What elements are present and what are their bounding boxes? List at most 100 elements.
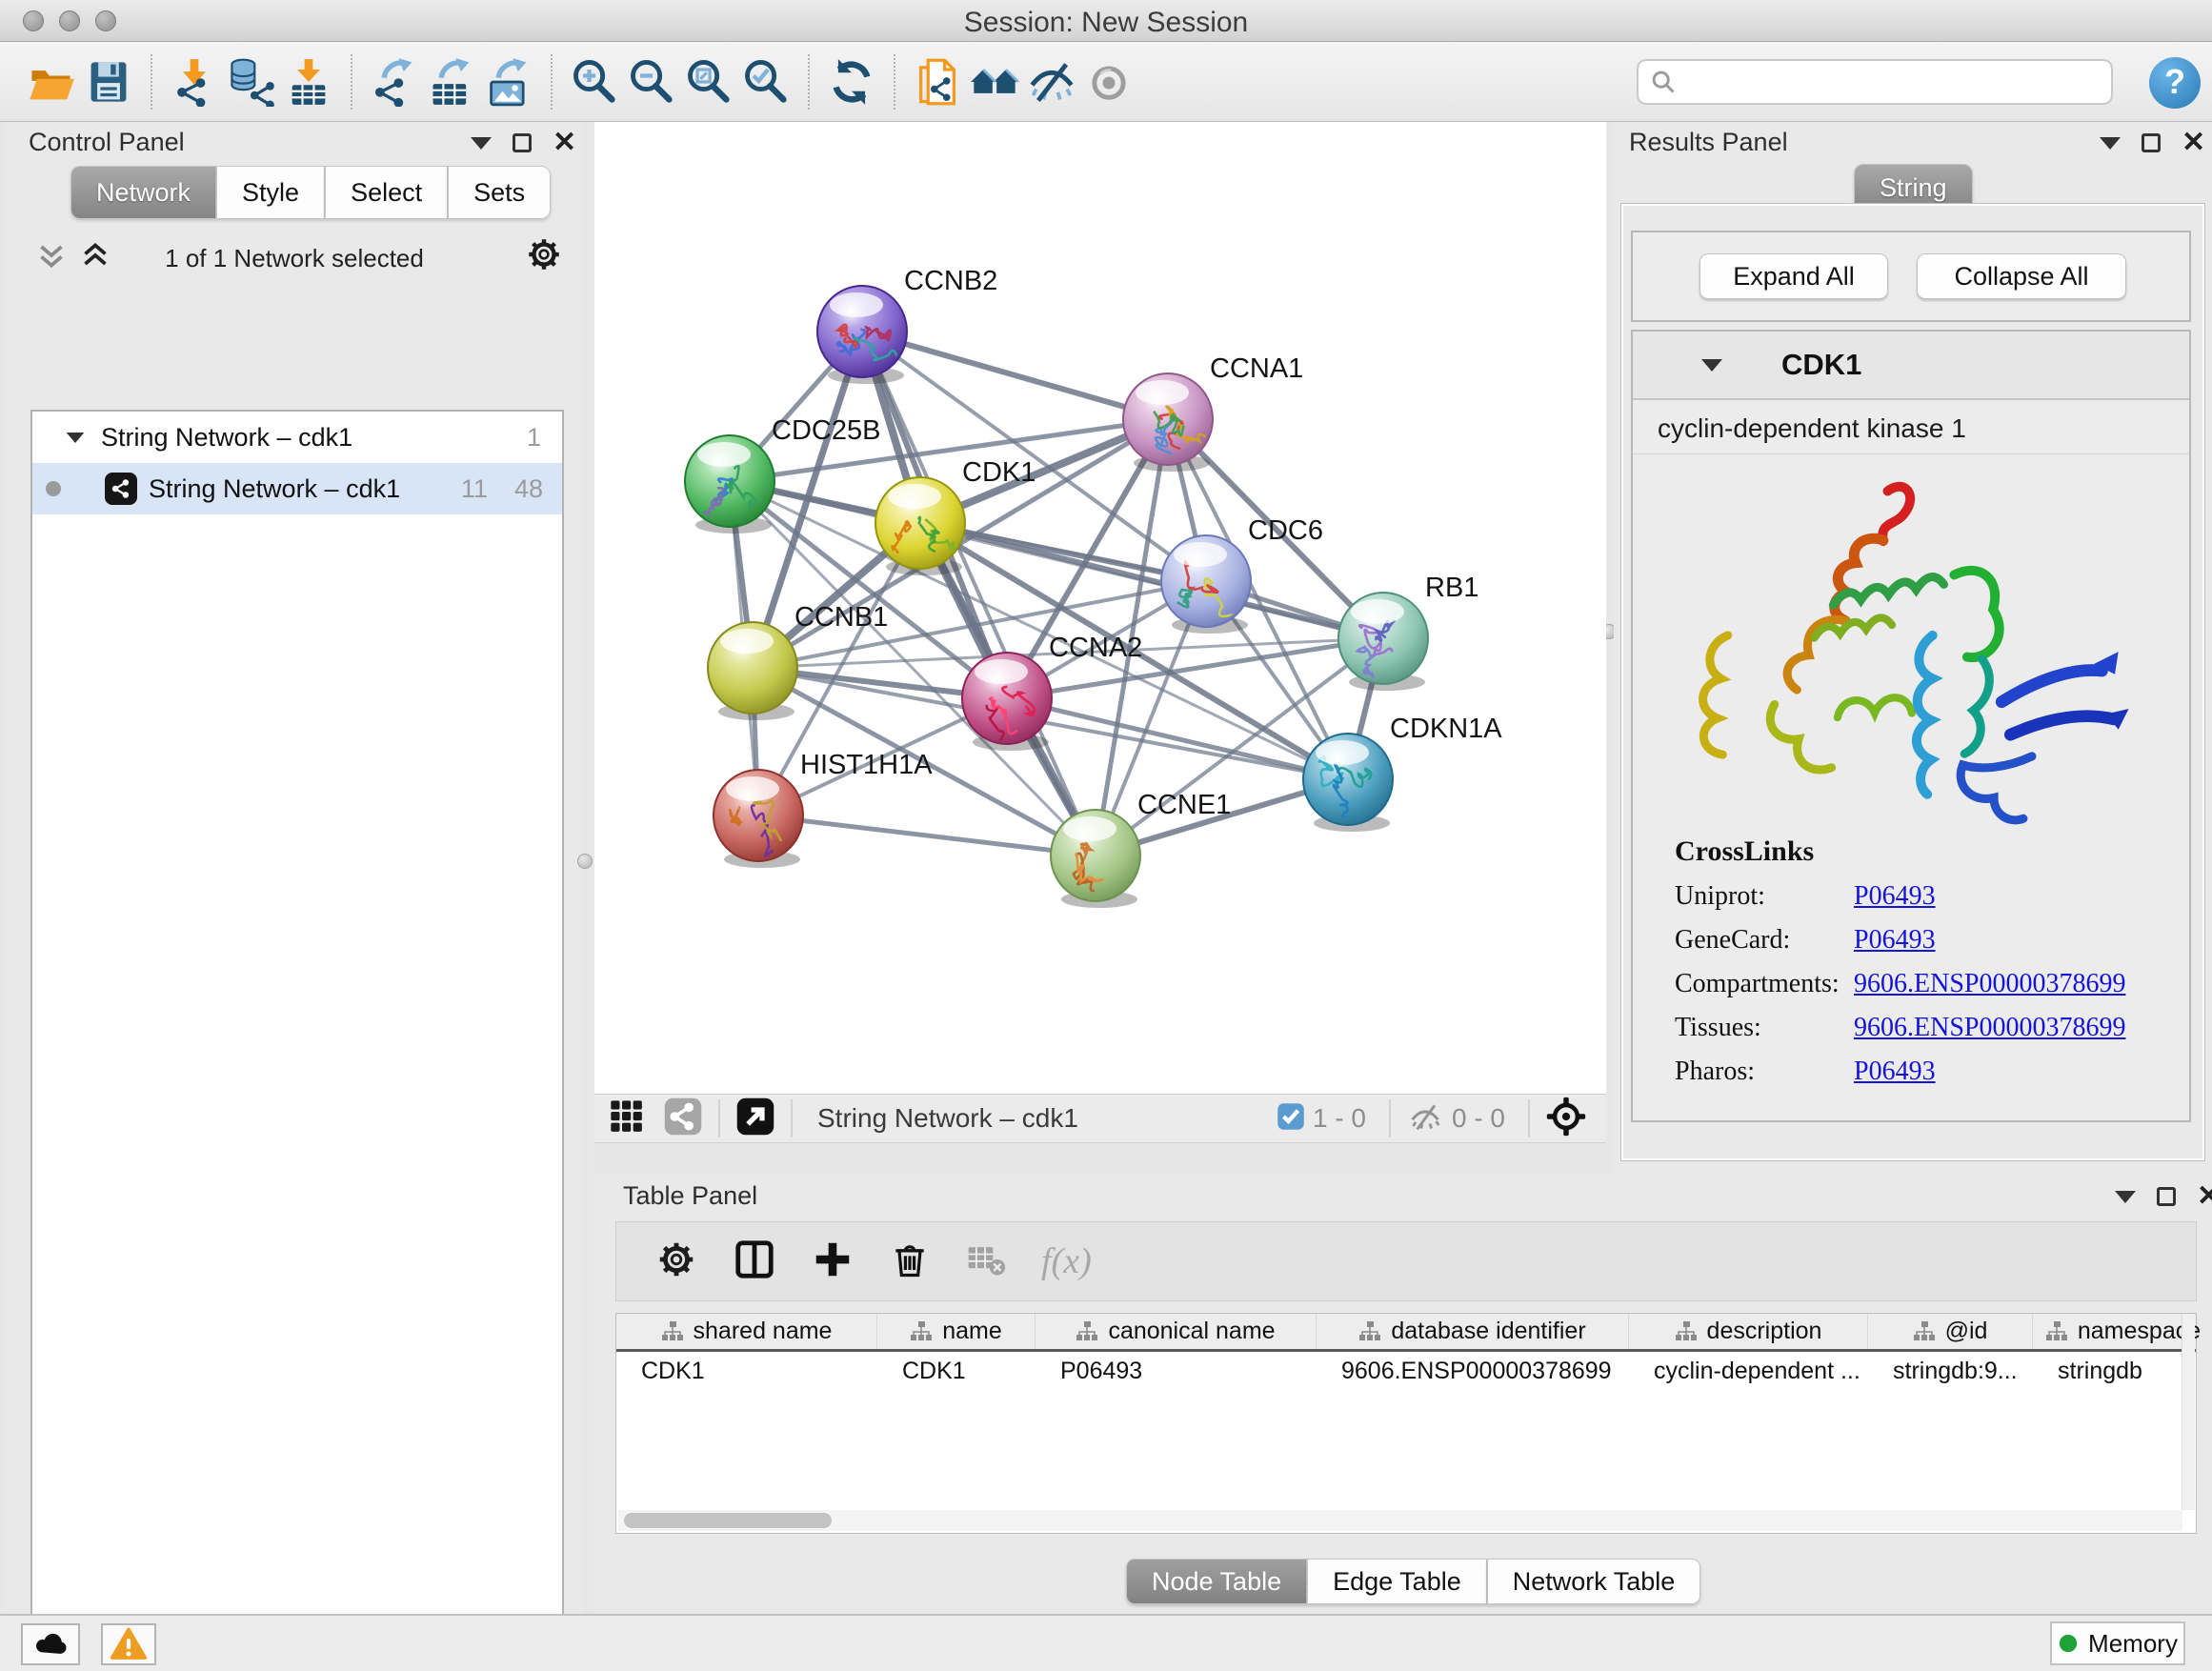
- table-hscrollbar-thumb[interactable]: [624, 1513, 832, 1528]
- tab-edge-table[interactable]: Edge Table: [1307, 1559, 1487, 1604]
- new-network-file-icon: [913, 57, 962, 107]
- function-builder-icon: f(x): [1041, 1240, 1092, 1282]
- export-network-button[interactable]: [366, 50, 423, 113]
- export-table-icon: [427, 57, 476, 107]
- gene-section-header[interactable]: CDK1: [1633, 332, 2189, 400]
- network-node-CCNA1[interactable]: CCNA1: [1123, 353, 1303, 472]
- collection-expand-icon[interactable]: [67, 432, 85, 442]
- column-header-database-identifier[interactable]: database identifier: [1317, 1314, 1629, 1349]
- warnings-button[interactable]: [101, 1623, 156, 1665]
- tab-style[interactable]: Style: [216, 166, 325, 219]
- zoom-fit-button[interactable]: [680, 50, 737, 113]
- network-node-HIST1H1A[interactable]: HIST1H1A: [714, 750, 933, 868]
- network-collection-row[interactable]: String Network – cdk1 1: [32, 412, 562, 463]
- search-input[interactable]: [1677, 68, 2100, 97]
- network-graph[interactable]: CCNB2CCNA1CDC25BCDK1CDC6RB1CCNB1CCNA2HIS…: [594, 122, 1606, 1094]
- column-header-canonical-name[interactable]: canonical name: [1036, 1314, 1317, 1349]
- network-edge[interactable]: [758, 815, 1096, 856]
- network-node-RB1[interactable]: RB1: [1338, 573, 1478, 691]
- network-node-CDKN1A[interactable]: CDKN1A: [1303, 714, 1502, 832]
- tab-network-table[interactable]: Network Table: [1487, 1559, 1701, 1604]
- panel-close-icon[interactable]: ✕: [2182, 133, 2205, 152]
- network-row-selected[interactable]: String Network – cdk1 11 48: [32, 463, 562, 514]
- panel-float-icon[interactable]: [2142, 133, 2161, 152]
- hide-graphics-button[interactable]: [1023, 50, 1080, 113]
- refresh-network-button[interactable]: [823, 50, 880, 113]
- table-cell[interactable]: CDK1: [877, 1352, 1036, 1390]
- table-cell[interactable]: P06493: [1036, 1352, 1317, 1390]
- column-header-label: @id: [1945, 1318, 1988, 1345]
- crosslink-link[interactable]: P06493: [1854, 881, 1936, 912]
- export-image-button[interactable]: [480, 50, 537, 113]
- panel-float-icon[interactable]: [513, 133, 532, 152]
- show-columns-icon[interactable]: [733, 1238, 776, 1286]
- zoom-selected-button[interactable]: [737, 50, 794, 113]
- network-node-CCNB1[interactable]: CCNB1: [708, 602, 888, 720]
- save-session-button[interactable]: [80, 50, 137, 113]
- show-graphics-button[interactable]: [1080, 50, 1137, 113]
- import-table-button[interactable]: [280, 50, 337, 113]
- memory-status-icon: [2058, 1633, 2079, 1654]
- column-header-@id[interactable]: @id: [1868, 1314, 2033, 1349]
- network-row-label: String Network – cdk1: [149, 474, 461, 504]
- tab-node-table[interactable]: Node Table: [1126, 1559, 1307, 1604]
- table-cell[interactable]: cyclin-dependent ...: [1629, 1352, 1868, 1390]
- left-splitter-handle[interactable]: [577, 854, 593, 869]
- network-node-CCNE1[interactable]: CCNE1: [1051, 790, 1231, 908]
- birdseye-view-icon[interactable]: [735, 1097, 775, 1141]
- zoom-in-button[interactable]: [566, 50, 623, 113]
- grid-view-icon[interactable]: [608, 1097, 646, 1140]
- crosslink-link[interactable]: P06493: [1854, 1057, 1936, 1087]
- fit-selected-crosshair-icon[interactable]: [1545, 1096, 1587, 1142]
- import-database-button[interactable]: [223, 50, 280, 113]
- crosslink-link[interactable]: 9606.ENSP00000378699: [1854, 1013, 2125, 1043]
- network-share-view-icon[interactable]: [663, 1097, 703, 1141]
- open-session-button[interactable]: [23, 50, 80, 113]
- column-header-name[interactable]: name: [877, 1314, 1036, 1349]
- panel-close-icon[interactable]: ✕: [2197, 1187, 2212, 1206]
- collapse-all-button[interactable]: Collapse All: [1917, 253, 2126, 299]
- panel-collapse-icon[interactable]: [2100, 137, 2121, 150]
- crosslink-link[interactable]: P06493: [1854, 925, 1936, 956]
- new-network-file-button[interactable]: [909, 50, 966, 113]
- search-field[interactable]: [1637, 59, 2113, 105]
- panel-collapse-icon[interactable]: [2115, 1191, 2136, 1203]
- tab-select[interactable]: Select: [325, 166, 448, 219]
- table-tabs: Node Table Edge Table Network Table: [1126, 1559, 1700, 1604]
- add-column-icon[interactable]: [811, 1238, 855, 1286]
- selected-checkbox-icon[interactable]: [1277, 1102, 1305, 1136]
- table-vscrollbar[interactable]: [2182, 1314, 2195, 1510]
- network-canvas[interactable]: CCNB2CCNA1CDC25BCDK1CDC6RB1CCNB1CCNA2HIS…: [594, 122, 1606, 1094]
- automation-cloud-button[interactable]: [21, 1623, 80, 1665]
- panel-collapse-icon[interactable]: [471, 137, 492, 150]
- column-header-description[interactable]: description: [1629, 1314, 1868, 1349]
- network-options-gear-icon[interactable]: [524, 234, 564, 279]
- table-settings-gear-icon[interactable]: [654, 1238, 698, 1286]
- panel-close-icon[interactable]: ✕: [553, 133, 576, 152]
- crosslink-link[interactable]: 9606.ENSP00000378699: [1854, 969, 2125, 999]
- crosslink-label: Uniprot:: [1675, 881, 1854, 912]
- table-hscrollbar[interactable]: [618, 1510, 2182, 1531]
- help-icon[interactable]: ?: [2149, 57, 2201, 109]
- zoom-selected-icon: [741, 57, 791, 107]
- expand-all-button[interactable]: Expand All: [1699, 253, 1888, 299]
- zoom-out-button[interactable]: [623, 50, 680, 113]
- tab-network[interactable]: Network: [70, 166, 216, 219]
- table-row[interactable]: CDK1CDK1P064939606.ENSP00000378699cyclin…: [616, 1352, 2196, 1390]
- import-network-button[interactable]: [166, 50, 223, 113]
- network-node-CDK1[interactable]: CDK1: [875, 457, 1036, 575]
- home-networks-button[interactable]: [966, 50, 1023, 113]
- table-cell[interactable]: stringdb:9...: [1868, 1352, 2033, 1390]
- gene-expand-icon[interactable]: [1701, 359, 1722, 372]
- column-header-shared-name[interactable]: shared name: [616, 1314, 877, 1349]
- network-edge[interactable]: [862, 332, 1168, 419]
- hidden-eye-icon[interactable]: [1406, 1097, 1444, 1140]
- table-cell[interactable]: 9606.ENSP00000378699: [1317, 1352, 1629, 1390]
- delete-column-trash-icon[interactable]: [889, 1238, 931, 1285]
- horizontal-splitter[interactable]: [594, 1144, 1606, 1174]
- panel-float-icon[interactable]: [2157, 1187, 2176, 1206]
- tab-sets[interactable]: Sets: [448, 166, 551, 219]
- table-cell[interactable]: CDK1: [616, 1352, 877, 1390]
- export-table-button[interactable]: [423, 50, 480, 113]
- memory-button[interactable]: Memory: [2050, 1621, 2185, 1665]
